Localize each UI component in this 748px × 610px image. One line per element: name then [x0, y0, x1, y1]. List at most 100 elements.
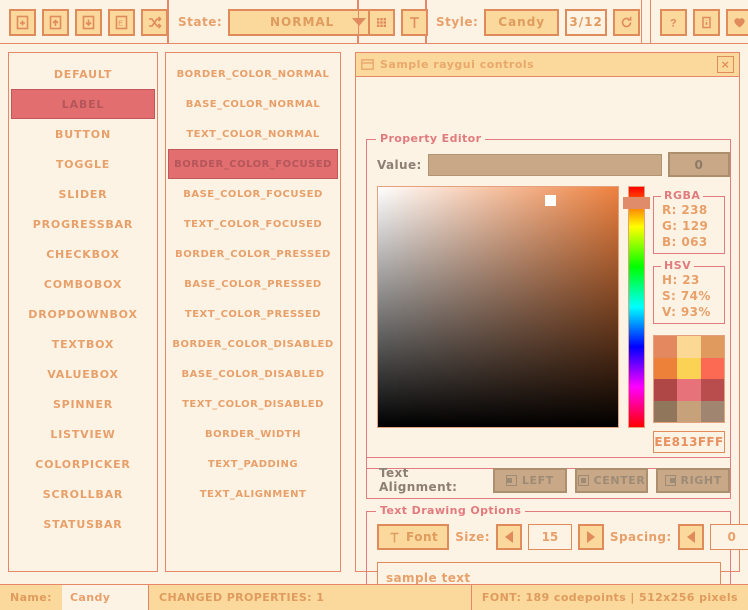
property-list-item[interactable]: BORDER_COLOR_DISABLED: [168, 329, 338, 359]
property-list-item[interactable]: TEXT_PADDING: [168, 449, 338, 479]
control-list-item[interactable]: DEFAULT: [11, 59, 155, 89]
palette-swatch[interactable]: [677, 379, 700, 401]
help-button[interactable]: ?: [660, 9, 687, 36]
save-file-button[interactable]: [75, 9, 102, 36]
align-left-button[interactable]: LEFT: [493, 468, 567, 493]
love-button[interactable]: [726, 9, 748, 36]
size-value-field[interactable]: 15: [528, 524, 572, 550]
size-decrement-button[interactable]: [496, 524, 522, 550]
control-list-item[interactable]: SLIDER: [11, 179, 155, 209]
property-list-item[interactable]: BASE_COLOR_DISABLED: [168, 359, 338, 389]
property-list-item[interactable]: BASE_COLOR_FOCUSED: [168, 179, 338, 209]
size-increment-button[interactable]: [578, 524, 604, 550]
style-group: Style: Candy 3/12: [426, 0, 642, 44]
color-picker-cursor[interactable]: [545, 195, 556, 206]
color-palette[interactable]: [653, 335, 725, 423]
property-list-item[interactable]: TEXT_COLOR_PRESSED: [168, 299, 338, 329]
property-list-item[interactable]: BORDER_WIDTH: [168, 419, 338, 449]
palette-swatch[interactable]: [654, 379, 677, 401]
info-icon: [699, 15, 714, 30]
control-list-item[interactable]: STATUSBAR: [11, 509, 155, 539]
grid-view-button[interactable]: [368, 9, 395, 36]
spacing-value-field[interactable]: 0: [710, 524, 748, 550]
state-dropdown[interactable]: NORMAL: [228, 9, 376, 36]
palette-swatch[interactable]: [677, 401, 700, 423]
reload-style-button[interactable]: [613, 9, 640, 36]
load-file-button[interactable]: [42, 9, 69, 36]
palette-swatch[interactable]: [701, 336, 724, 358]
grid-icon: [374, 15, 389, 30]
align-center-button[interactable]: CENTER: [575, 468, 649, 493]
property-list-item[interactable]: BASE_COLOR_NORMAL: [168, 89, 338, 119]
hex-value-text: EE813FFF: [654, 435, 723, 449]
control-list-item[interactable]: TOGGLE: [11, 149, 155, 179]
control-list-item[interactable]: COMBOBOX: [11, 269, 155, 299]
hsv-v: V: 93%: [654, 304, 724, 320]
control-list-item[interactable]: TEXTBOX: [11, 329, 155, 359]
size-value-text: 15: [542, 530, 559, 544]
shuffle-button[interactable]: [141, 9, 168, 36]
help-group: ?: [650, 0, 748, 44]
window-titlebar[interactable]: Sample raygui controls ×: [356, 53, 739, 77]
statusbar-name-label-text: Name:: [10, 591, 52, 604]
color-picker-hue-cursor[interactable]: [623, 197, 650, 209]
property-list-item[interactable]: TEXT_ALIGNMENT: [168, 479, 338, 509]
hex-value-field[interactable]: EE813FFF: [653, 431, 725, 453]
spacing-value-text: 0: [727, 530, 735, 544]
export-file-button[interactable]: E: [108, 9, 135, 36]
style-name-field[interactable]: Candy: [484, 9, 559, 36]
palette-swatch[interactable]: [677, 358, 700, 380]
svg-text:E: E: [118, 20, 123, 27]
font-button[interactable]: Font: [377, 524, 449, 550]
value-slider[interactable]: [428, 154, 662, 176]
value-number-field[interactable]: 0: [668, 152, 730, 177]
control-list-item-selected[interactable]: LABEL: [11, 89, 155, 119]
file-plus-icon: [15, 15, 30, 30]
style-counter: 3/12: [565, 9, 607, 36]
align-right-button[interactable]: RIGHT: [656, 468, 730, 493]
property-list-item[interactable]: BORDER_COLOR_PRESSED: [168, 239, 338, 269]
close-icon[interactable]: ×: [717, 56, 734, 73]
property-list-panel[interactable]: BORDER_COLOR_NORMAL BASE_COLOR_NORMAL TE…: [165, 52, 341, 572]
style-name-value: Candy: [498, 15, 545, 29]
palette-swatch[interactable]: [654, 401, 677, 423]
property-list-item-selected[interactable]: BORDER_COLOR_FOCUSED: [168, 149, 338, 179]
palette-swatch[interactable]: [701, 401, 724, 423]
palette-swatch[interactable]: [654, 358, 677, 380]
control-list-item[interactable]: SPINNER: [11, 389, 155, 419]
text-alignment-row: Text Alignment: LEFT CENTER RIGHT: [379, 466, 730, 494]
control-list-item[interactable]: DROPDOWNBOX: [11, 299, 155, 329]
spacing-decrement-button[interactable]: [678, 524, 704, 550]
color-picker-hue-bar[interactable]: [628, 186, 645, 428]
window-icon: [361, 59, 374, 70]
control-list-item[interactable]: SCROLLBAR: [11, 479, 155, 509]
palette-swatch[interactable]: [701, 379, 724, 401]
control-list-item[interactable]: VALUEBOX: [11, 359, 155, 389]
property-list-item[interactable]: TEXT_COLOR_NORMAL: [168, 119, 338, 149]
property-list-item[interactable]: BORDER_COLOR_NORMAL: [168, 59, 338, 89]
size-label: Size:: [455, 530, 490, 544]
property-editor-group: Property Editor Value: 0 RGBA R: 238 G: …: [366, 139, 731, 469]
property-list-item[interactable]: TEXT_COLOR_FOCUSED: [168, 209, 338, 239]
triangle-left-icon: [505, 531, 513, 543]
palette-swatch[interactable]: [701, 358, 724, 380]
control-list-item[interactable]: LISTVIEW: [11, 419, 155, 449]
control-list-panel[interactable]: DEFAULT LABEL BUTTON TOGGLE SLIDER PROGR…: [8, 52, 158, 572]
color-picker-sv-area[interactable]: [377, 186, 619, 428]
new-file-button[interactable]: [9, 9, 36, 36]
rgba-group: RGBA R: 238 G: 129 B: 063: [653, 196, 725, 254]
control-list-item[interactable]: BUTTON: [11, 119, 155, 149]
info-button[interactable]: [693, 9, 720, 36]
palette-swatch[interactable]: [677, 336, 700, 358]
control-list-item[interactable]: CHECKBOX: [11, 239, 155, 269]
property-list-item[interactable]: BASE_COLOR_PRESSED: [168, 269, 338, 299]
statusbar-name-input[interactable]: Candy: [62, 585, 149, 610]
palette-swatch[interactable]: [654, 336, 677, 358]
value-label: Value:: [377, 158, 422, 172]
property-list-item[interactable]: TEXT_COLOR_DISABLED: [168, 389, 338, 419]
reload-icon: [619, 15, 634, 30]
text-view-button[interactable]: [401, 9, 428, 36]
control-list-item[interactable]: PROGRESSBAR: [11, 209, 155, 239]
font-icon: [388, 531, 401, 544]
control-list-item[interactable]: COLORPICKER: [11, 449, 155, 479]
